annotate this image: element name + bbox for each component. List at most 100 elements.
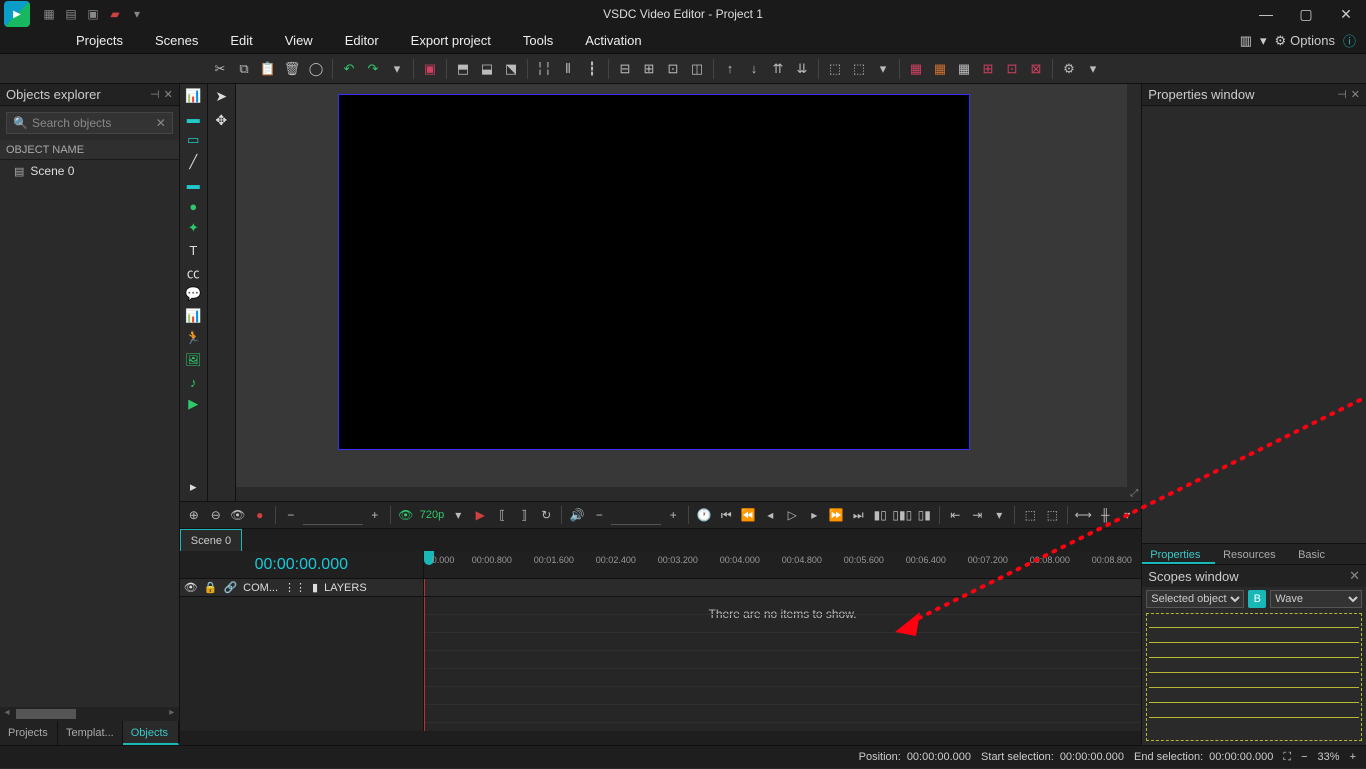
layout-dropdown-icon[interactable]: ▾ [1260,33,1267,49]
canvas-vscroll[interactable] [1127,84,1141,487]
send-back-icon[interactable]: ⇊ [791,58,813,80]
zoom-out-icon[interactable]: − [1301,751,1307,763]
vol-plus-icon[interactable]: + [663,505,683,525]
object-tree[interactable]: ▤ Scene 0 [0,160,179,707]
add-track-icon[interactable]: ⊕ [184,505,204,525]
zoom-in-icon[interactable]: + [1350,751,1356,763]
loop-icon[interactable]: ↻ [536,505,556,525]
snap1-icon[interactable]: ⊞ [977,58,999,80]
timeline-hscroll[interactable] [180,731,1141,745]
clear-search-icon[interactable]: ✕ [156,116,166,130]
fillrect-tool-icon[interactable]: ▬ [182,174,204,194]
clock-icon[interactable]: 🕐 [694,505,714,525]
rewind-icon[interactable]: ⏪ [738,505,758,525]
settings-drop-icon[interactable]: ▾ [1082,58,1104,80]
layout-icon[interactable]: ▥ [1240,33,1252,49]
mark-out-icon[interactable]: ▯▮ [914,505,934,525]
image-tool-icon[interactable]: 🖼 [182,350,204,370]
ungroup-icon[interactable]: ⬚ [848,58,870,80]
speech-tool-icon[interactable]: 💬 [182,284,204,304]
pin-icon[interactable]: ⊣ [1337,88,1347,101]
preview-canvas[interactable] [338,94,970,450]
left-tab-templates[interactable]: Templat... [58,721,123,745]
preview-quality[interactable]: 720p [418,509,446,521]
cc-tool-icon[interactable]: ㏄ [182,262,204,282]
jump-drop-icon[interactable]: ▾ [989,505,1009,525]
close-button[interactable]: ✕ [1326,0,1366,28]
fit-icon[interactable]: ⛶ [1283,751,1291,764]
undo-icon[interactable]: ↶ [338,58,360,80]
menu-scenes[interactable]: Scenes [139,28,214,54]
grid3-icon[interactable]: ▦ [953,58,975,80]
canvas-hscroll[interactable] [236,487,1127,501]
menu-projects[interactable]: Projects [60,28,139,54]
lock-icon[interactable]: 🔒 [204,581,218,594]
minimize-button[interactable]: — [1246,0,1286,28]
menu-edit[interactable]: Edit [214,28,268,54]
split2-icon[interactable]: ⬚ [1042,505,1062,525]
ruler2-icon[interactable]: ╫ [1095,505,1115,525]
maximize-button[interactable]: ▢ [1286,0,1326,28]
levels-icon[interactable]: 📊 [182,86,204,106]
search-input[interactable]: 🔍 Search objects ✕ [6,112,173,134]
undo-drop-icon[interactable]: ▾ [386,58,408,80]
canvas-expand-icon[interactable]: ⤢ [1127,487,1141,501]
scope-object-select[interactable]: Selected object [1146,590,1244,608]
dist-3-icon[interactable]: ┇ [581,58,603,80]
snap2-icon[interactable]: ⊡ [1001,58,1023,80]
rect2-tool-icon[interactable]: ▭ [182,130,204,150]
move-icon[interactable]: ✥ [211,110,231,130]
volume-icon[interactable]: 🔊 [567,505,587,525]
timeline-track-area[interactable]: There are no items to show. [424,597,1141,731]
panel-close-icon[interactable]: ✕ [164,88,173,101]
grid2-icon[interactable]: ▦ [929,58,951,80]
zoom-track[interactable] [303,505,363,525]
prev-frame-icon[interactable]: ◂ [760,505,780,525]
delete-icon[interactable]: 🗑 [281,58,303,80]
crop-icon[interactable]: ◫ [686,58,708,80]
pointer-icon[interactable]: ➤ [211,86,231,106]
bracket-out-icon[interactable]: ⟧ [514,505,534,525]
align-m-icon[interactable]: ⊞ [638,58,660,80]
align-center-icon[interactable]: ⬓ [476,58,498,80]
tree-item-scene0[interactable]: ▤ Scene 0 [0,160,179,182]
copy-icon[interactable]: ⧉ [233,58,255,80]
link-icon[interactable]: 🔗 [223,581,237,594]
rec-icon[interactable]: ● [250,505,270,525]
left-tab-objects[interactable]: Objects ... [123,721,179,745]
quick-dropdown-icon[interactable]: ▾ [128,5,146,23]
cut-icon[interactable]: ✂ [209,58,231,80]
text-tool-icon[interactable]: T [182,240,204,260]
wave-icon[interactable]: ⋮⋮ [284,581,306,594]
grid1-icon[interactable]: ▦ [905,58,927,80]
canvas-area[interactable]: ⤢ [236,84,1141,501]
group-drop-icon[interactable]: ▾ [872,58,894,80]
preview-drop-icon[interactable]: ▾ [448,505,468,525]
rec-play-icon[interactable]: ▶ [470,505,490,525]
menu-tools[interactable]: Tools [507,28,569,54]
group-icon[interactable]: ⬚ [824,58,846,80]
preview-eye-icon[interactable]: 👁 [396,505,416,525]
scope-mode-select[interactable]: Wave [1270,590,1362,608]
skip-start-icon[interactable]: ⏮ [716,505,736,525]
arrow-up-icon[interactable]: ↑ [719,58,741,80]
freeform-tool-icon[interactable]: ✦ [182,218,204,238]
align-b-icon[interactable]: ⊡ [662,58,684,80]
person-tool-icon[interactable]: 🏃 [182,328,204,348]
timeline-ruler[interactable]: 0.000 00:00.800 00:01.600 00:02.400 00:0… [424,551,1141,578]
quick-rec-icon[interactable]: ▰ [106,5,124,23]
chart-tool-icon[interactable]: 📊 [182,306,204,326]
info-icon[interactable]: ⓘ [1343,31,1356,50]
right-tab-effects[interactable]: Basic effect... [1290,544,1366,564]
dist-v-icon[interactable]: ⫴ [557,58,579,80]
quick-save-icon[interactable]: ▣ [84,5,102,23]
skip-end-icon[interactable]: ⏭ [848,505,868,525]
bars-icon[interactable]: ▮ [312,581,318,594]
timeline-track-headers[interactable] [180,597,424,731]
quick-open-icon[interactable]: ▤ [62,5,80,23]
snap3-icon[interactable]: ⊠ [1025,58,1047,80]
right-tab-resources[interactable]: Resources ... [1215,544,1290,564]
expand-tools-icon[interactable]: ▸ [182,477,204,497]
panel-close-icon[interactable]: ✕ [1351,88,1360,101]
quick-new-icon[interactable]: ▦ [40,5,58,23]
